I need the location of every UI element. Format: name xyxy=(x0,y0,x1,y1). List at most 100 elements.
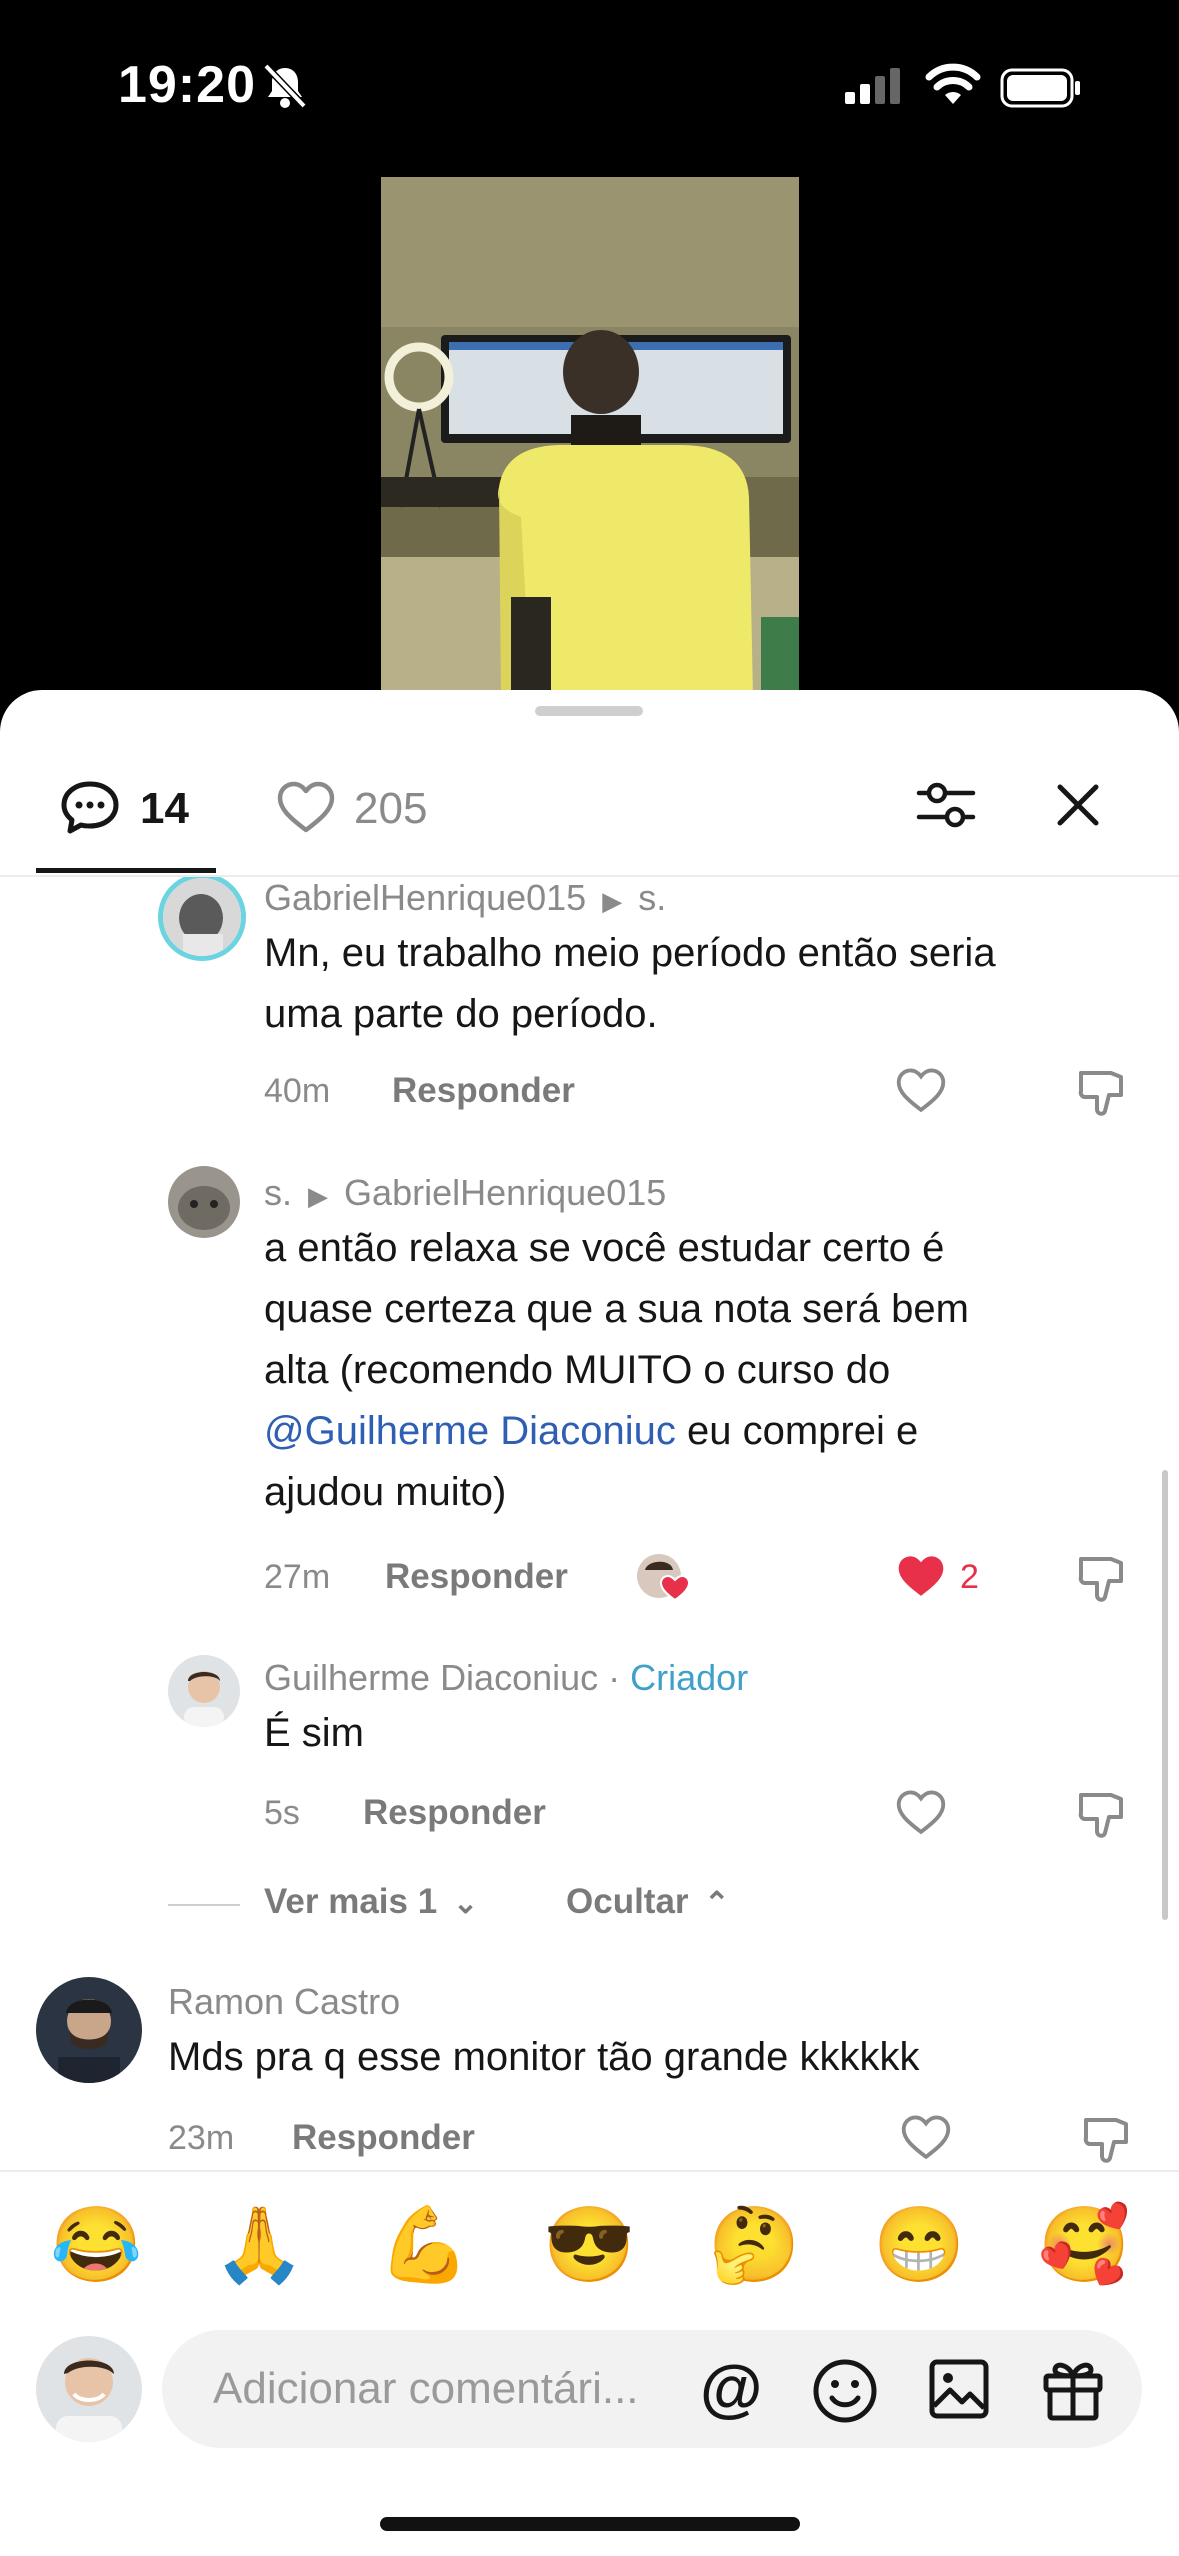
thumbs-down-icon xyxy=(1078,1557,1123,1602)
comment-time: 23m xyxy=(168,2119,235,2157)
view-more-replies-button[interactable]: Ver mais 1 ⌄ xyxy=(264,1882,478,1922)
sliders-icon xyxy=(916,782,976,828)
comment-author[interactable]: s. xyxy=(264,1172,292,1213)
comment-text: Mn, eu trabalho meio período então seria… xyxy=(264,923,996,1045)
comment-author[interactable]: Ramon Castro xyxy=(168,1981,400,2023)
creator-liked-badge xyxy=(635,1552,695,1609)
emoji-muscle-button[interactable]: 💪 xyxy=(378,2200,470,2290)
gift-icon xyxy=(1043,2362,1103,2421)
silent-bell-icon xyxy=(262,62,308,115)
reply-arrow-icon: ▶ xyxy=(308,1181,329,1211)
view-more-label: Ver mais 1 xyxy=(264,1882,438,1921)
emoji-thinking-button[interactable]: 🤔 xyxy=(708,2200,800,2290)
status-time: 19:20 xyxy=(118,56,256,114)
home-indicator[interactable] xyxy=(380,2517,800,2531)
hide-replies-button[interactable]: Ocultar ⌃ xyxy=(566,1882,729,1922)
scrollbar[interactable] xyxy=(1162,1470,1168,1920)
emoji-sunglasses-button[interactable]: 😎 xyxy=(543,2200,635,2290)
emoji-hearts-face-button[interactable]: 🥰 xyxy=(1038,2200,1130,2290)
sheet-drag-handle[interactable] xyxy=(535,706,643,716)
reply-to-user[interactable]: GabrielHenrique015 xyxy=(344,1172,666,1213)
dislike-button[interactable] xyxy=(1075,1067,1127,1124)
comments-count: 14 xyxy=(140,784,189,833)
comment-text: a então relaxa se você estudar certo é q… xyxy=(264,1218,969,1523)
comment-text-line: @Guilherme Diaconiuc eu comprei e xyxy=(264,1401,969,1462)
close-button[interactable] xyxy=(1055,782,1101,833)
at-sign-icon: @ xyxy=(700,2352,763,2424)
avatar[interactable] xyxy=(168,1655,240,1727)
comment-author[interactable]: GabrielHenrique015 xyxy=(264,877,586,918)
comment-text-line: ajudou muito) xyxy=(264,1470,507,1514)
thread-line xyxy=(168,1904,240,1906)
likes-count: 205 xyxy=(354,784,428,833)
avatar[interactable] xyxy=(36,1977,142,2083)
reply-button[interactable]: Responder xyxy=(363,1793,546,1833)
thumbs-down-icon xyxy=(1078,1071,1123,1116)
like-button[interactable] xyxy=(900,2114,952,2167)
avatar[interactable] xyxy=(158,877,246,961)
comment-time: 5s xyxy=(264,1794,300,1832)
comment-author[interactable]: Guilherme Diaconiuc xyxy=(264,1657,598,1698)
dislike-button[interactable] xyxy=(1075,1553,1127,1610)
mention-button[interactable]: @ xyxy=(700,2356,762,2420)
heart-outline-icon xyxy=(277,781,335,833)
dislike-button[interactable] xyxy=(1080,2114,1132,2170)
like-button[interactable] xyxy=(895,1553,947,1606)
comment-list[interactable]: GabrielHenrique015 ▶ s. Mn, eu trabalho … xyxy=(0,877,1179,2170)
avatar[interactable] xyxy=(168,1166,240,1238)
comment-text: É sim xyxy=(264,1711,364,1755)
heart-outline-icon xyxy=(896,1790,946,1835)
comment-author-line: s. ▶ GabrielHenrique015 xyxy=(264,1172,666,1214)
thumbs-down-icon xyxy=(1083,2118,1128,2163)
reply-button[interactable]: Responder xyxy=(385,1557,568,1597)
comment-time: 40m xyxy=(264,1072,331,1110)
reply-button[interactable]: Responder xyxy=(292,2118,475,2158)
comment-text-line: alta (recomendo MUITO o curso do xyxy=(264,1348,891,1392)
reply-to-user[interactable]: s. xyxy=(638,877,666,918)
gift-button[interactable] xyxy=(1040,2356,1106,2427)
like-button[interactable] xyxy=(895,1067,947,1120)
image-icon xyxy=(929,2359,989,2419)
comment-author-line: GabrielHenrique015 ▶ s. xyxy=(264,877,666,919)
chevron-down-icon: ⌄ xyxy=(452,1887,479,1920)
like-count: 2 xyxy=(960,1558,979,1596)
image-picker-button[interactable] xyxy=(928,2358,990,2425)
dislike-button[interactable] xyxy=(1075,1789,1127,1846)
close-icon xyxy=(1057,784,1099,826)
comment-text-fragment: eu comprei e xyxy=(675,1409,919,1453)
thumbs-down-icon xyxy=(1078,1793,1123,1838)
heart-outline-icon xyxy=(901,2115,951,2160)
cellular-signal-icon xyxy=(845,68,905,109)
mention-link[interactable]: @Guilherme Diaconiuc xyxy=(264,1409,676,1453)
active-tab-indicator xyxy=(36,868,216,873)
heart-outline-icon xyxy=(896,1068,946,1113)
emoji-laugh-button[interactable]: 😂 xyxy=(50,2200,142,2290)
reactions-divider xyxy=(0,2170,1179,2172)
comment-text-line: Mn, eu trabalho meio período então seria xyxy=(264,931,996,975)
filter-settings-button[interactable] xyxy=(915,775,977,840)
comment-text-line: a então relaxa se você estudar certo é xyxy=(264,1226,945,1270)
video-thumbnail[interactable] xyxy=(381,177,799,697)
battery-icon xyxy=(1000,68,1082,113)
comment-author-line: Guilherme Diaconiuc · Criador xyxy=(264,1657,748,1699)
chevron-up-icon: ⌃ xyxy=(704,1887,730,1920)
reply-button[interactable]: Responder xyxy=(392,1071,575,1111)
wifi-icon xyxy=(925,62,981,111)
creator-badge: Criador xyxy=(630,1657,749,1698)
user-avatar[interactable] xyxy=(36,2336,142,2442)
reply-arrow-icon: ▶ xyxy=(602,886,623,916)
emoji-picker-button[interactable] xyxy=(812,2358,878,2429)
separator: · xyxy=(598,1657,631,1698)
comment-time: 27m xyxy=(264,1558,331,1596)
like-button[interactable] xyxy=(895,1789,947,1842)
smiley-icon xyxy=(813,2359,877,2423)
emoji-grin-button[interactable]: 😁 xyxy=(873,2200,965,2290)
comment-bubble-icon xyxy=(61,781,119,834)
heart-filled-icon xyxy=(898,1556,944,1596)
comment-text-line: quase certeza que a sua nota será bem xyxy=(264,1287,969,1331)
comment-input-placeholder: Adicionar comentári... xyxy=(213,2364,639,2413)
comment-text-line: uma parte do período. xyxy=(264,992,658,1036)
comment-text: Mds pra q esse monitor tão grande kkkkkk xyxy=(168,2035,920,2079)
emoji-pray-button[interactable]: 🙏 xyxy=(213,2200,305,2290)
hide-label: Ocultar xyxy=(566,1882,689,1921)
